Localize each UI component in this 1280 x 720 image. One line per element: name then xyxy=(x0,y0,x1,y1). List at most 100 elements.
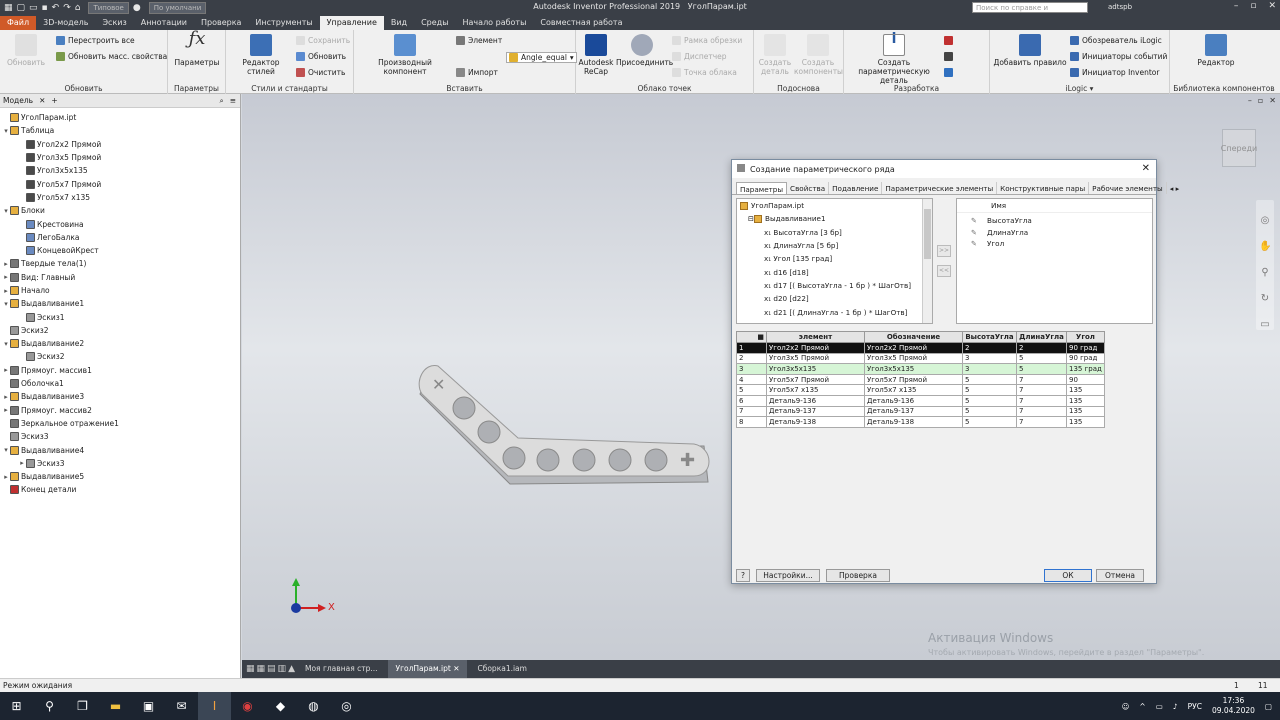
redo-icon[interactable]: ↷ xyxy=(63,3,71,13)
tree-item[interactable]: Угол5х7 х135 xyxy=(0,191,240,204)
tree-item[interactable]: Эскиз2 xyxy=(0,350,240,363)
table-cell[interactable]: Деталь9-138 xyxy=(766,416,865,428)
start-icon[interactable]: ⊞ xyxy=(0,692,33,720)
tab-parametric-elements[interactable]: Параметрические элементы xyxy=(882,182,998,194)
create-part-button[interactable]: Создать деталь xyxy=(756,34,794,76)
column-header[interactable]: элемент xyxy=(766,331,865,343)
element-button[interactable]: Элемент xyxy=(456,36,502,45)
parameter-tree-item[interactable]: x₁ Угол [135 град] xyxy=(737,252,932,265)
close-icon[interactable]: ✕ xyxy=(1268,1,1276,11)
language-indicator[interactable]: РУС xyxy=(1188,702,1202,711)
tree-item[interactable]: Конец детали xyxy=(0,483,240,496)
restore-icon[interactable]: ▫ xyxy=(1258,96,1263,105)
clock[interactable]: 17:36 09.04.2020 xyxy=(1212,696,1255,716)
tray-arrow-icon[interactable]: ^ xyxy=(1139,702,1145,711)
search-icon[interactable]: ⚲ xyxy=(33,692,66,720)
table-row[interactable]: 1 Угол2х2 Прямой Угол2х2 Прямой 2 2 90 град xyxy=(736,342,1105,354)
remove-parameter-button[interactable]: << xyxy=(937,265,951,277)
maximize-icon[interactable]: ▫ xyxy=(1250,1,1256,11)
tree-item[interactable]: Эскиз3 xyxy=(0,430,240,443)
people-icon[interactable]: ☺ xyxy=(1122,702,1130,711)
event-triggers-button[interactable]: Инициаторы событий xyxy=(1070,52,1167,61)
parameter-tree-item[interactable]: УголПарам.ipt xyxy=(737,199,932,212)
close-icon[interactable]: ✕ xyxy=(1269,96,1276,105)
expand-icon[interactable]: ▾ xyxy=(2,207,10,215)
table-cell[interactable]: Угол5х7 Прямой xyxy=(864,373,963,386)
tree-item[interactable]: Угол3х5х135 xyxy=(0,164,240,177)
tree-item[interactable]: Угол3х5 Прямой xyxy=(0,151,240,164)
minimize-icon[interactable]: – xyxy=(1248,96,1252,105)
discord-icon[interactable]: ◍ xyxy=(297,692,330,720)
tab-suppression[interactable]: Подавление xyxy=(829,182,883,194)
table-cell[interactable]: 5 xyxy=(962,416,1017,428)
expand-icon[interactable]: ▸ xyxy=(2,366,10,374)
table-row[interactable]: 8 Деталь9-138 Деталь9-138 5 7 135 xyxy=(736,416,1105,428)
table-cell[interactable]: 7 xyxy=(1016,416,1067,428)
table-cell[interactable]: 5 xyxy=(962,405,1017,418)
tree-item[interactable]: ▾ Выдавливание1 xyxy=(0,297,240,310)
help-search-input[interactable]: Поиск по справке и командам... xyxy=(972,2,1088,23)
tabs-menu-icon[interactable]: ▲ xyxy=(288,664,295,674)
table-cell[interactable]: 5 xyxy=(962,394,1017,407)
table-cell[interactable]: 135 xyxy=(1066,405,1105,418)
tree-item[interactable]: ▾ Выдавливание2 xyxy=(0,337,240,350)
table-cell[interactable]: 5 xyxy=(1016,363,1067,375)
table-row[interactable]: 3 Угол3х5х135 Угол3х5х135 3 5 135 град xyxy=(736,363,1105,375)
update-button[interactable]: Обновить xyxy=(6,34,46,67)
table-cell[interactable]: 7 xyxy=(1016,373,1067,386)
task-view-icon[interactable]: ❐ xyxy=(66,692,99,720)
table-cell[interactable]: 7 xyxy=(1016,405,1067,418)
tab-home[interactable]: Моя главная стр... xyxy=(297,660,386,678)
tree-item[interactable]: ▸ Прямоуг. массив2 xyxy=(0,404,240,417)
purge-style-button[interactable]: Очистить xyxy=(296,68,345,77)
update-mass-button[interactable]: Обновить масс. свойства xyxy=(56,52,167,61)
selected-parameters-list[interactable]: Имя ✎ ВысотаУгла ✎ ДлинаУгла ✎ Угол xyxy=(956,198,1153,324)
update-style-button[interactable]: Обновить xyxy=(296,52,346,61)
column-header[interactable]: ВысотаУгла xyxy=(962,331,1017,343)
style-combo[interactable]: Типовое xyxy=(88,2,129,14)
tab-work-elements[interactable]: Рабочие элементы xyxy=(1089,182,1167,194)
menu-icon[interactable]: ≡ xyxy=(230,96,236,105)
table-cell[interactable]: 5 xyxy=(1016,352,1067,365)
expand-icon[interactable]: ▸ xyxy=(2,273,10,281)
parameter-tree-item[interactable]: x₁ d17 [( ВысотаУгла - 1 бр ) * ШагОтв] xyxy=(737,279,932,292)
tree-item[interactable]: КонцевойКрест xyxy=(0,244,240,257)
network-icon[interactable]: ▭ xyxy=(1156,702,1163,711)
orbit-icon[interactable]: ↻ xyxy=(1259,286,1271,312)
user-name[interactable]: adtspb xyxy=(1108,3,1132,11)
tree-item[interactable]: Зеркальное отражение1 xyxy=(0,417,240,430)
parameters-tree[interactable]: УголПарам.ipt ⊟ Выдавливание1 x₁ ВысотаУгл… xyxy=(736,198,933,324)
table-cell[interactable]: 135 xyxy=(1066,384,1105,396)
tab-sketch[interactable]: Эскиз xyxy=(95,16,133,30)
table-cell[interactable]: 1 xyxy=(736,342,767,354)
expand-icon[interactable]: ▾ xyxy=(2,300,10,308)
expand-icon[interactable]: ▾ xyxy=(2,340,10,348)
table-cell[interactable]: Деталь9-136 xyxy=(864,394,963,407)
save-style-button[interactable]: Сохранить xyxy=(296,36,350,45)
add-rule-button[interactable]: Добавить правило xyxy=(992,34,1068,67)
tree-item[interactable]: УголПарам.ipt xyxy=(0,111,240,124)
table-cell[interactable]: 90 xyxy=(1066,373,1105,386)
tab-view[interactable]: Вид xyxy=(384,16,414,30)
add-parameter-button[interactable]: >> xyxy=(937,245,951,257)
look-at-icon[interactable]: ▭ xyxy=(1259,312,1271,338)
dev-tool-2[interactable] xyxy=(944,52,953,61)
search-icon[interactable]: ⌕ xyxy=(220,96,224,106)
dev-tool-1[interactable] xyxy=(944,36,953,45)
parameter-tree-item[interactable]: x₁ ДлинаУгла [5 бр] xyxy=(737,239,932,252)
mail-icon[interactable]: ✉ xyxy=(165,692,198,720)
tree-item[interactable]: Угол2х2 Прямой xyxy=(0,138,240,151)
check-button[interactable]: Проверка xyxy=(826,569,890,582)
rebuild-all-button[interactable]: Перестроить все xyxy=(56,36,135,45)
new-icon[interactable]: ▢ xyxy=(17,3,26,13)
tab-annotations[interactable]: Аннотации xyxy=(134,16,194,30)
table-cell[interactable]: Деталь9-136 xyxy=(766,394,865,407)
table-cell[interactable]: 3 xyxy=(962,352,1017,365)
cascade-icon[interactable]: ▦ xyxy=(257,664,266,674)
parametric-table[interactable]: ■ элемент Обозначение ВысотаУгла ДлинаУгла Уг… xyxy=(736,331,1105,428)
table-cell[interactable]: 3 xyxy=(736,363,767,375)
table-cell[interactable]: 2 xyxy=(736,352,767,365)
selected-parameter-item[interactable]: ✎ Угол xyxy=(957,238,1152,250)
horizontal-icon[interactable]: ▤ xyxy=(267,664,276,674)
column-header[interactable]: ДлинаУгла xyxy=(1016,331,1067,343)
